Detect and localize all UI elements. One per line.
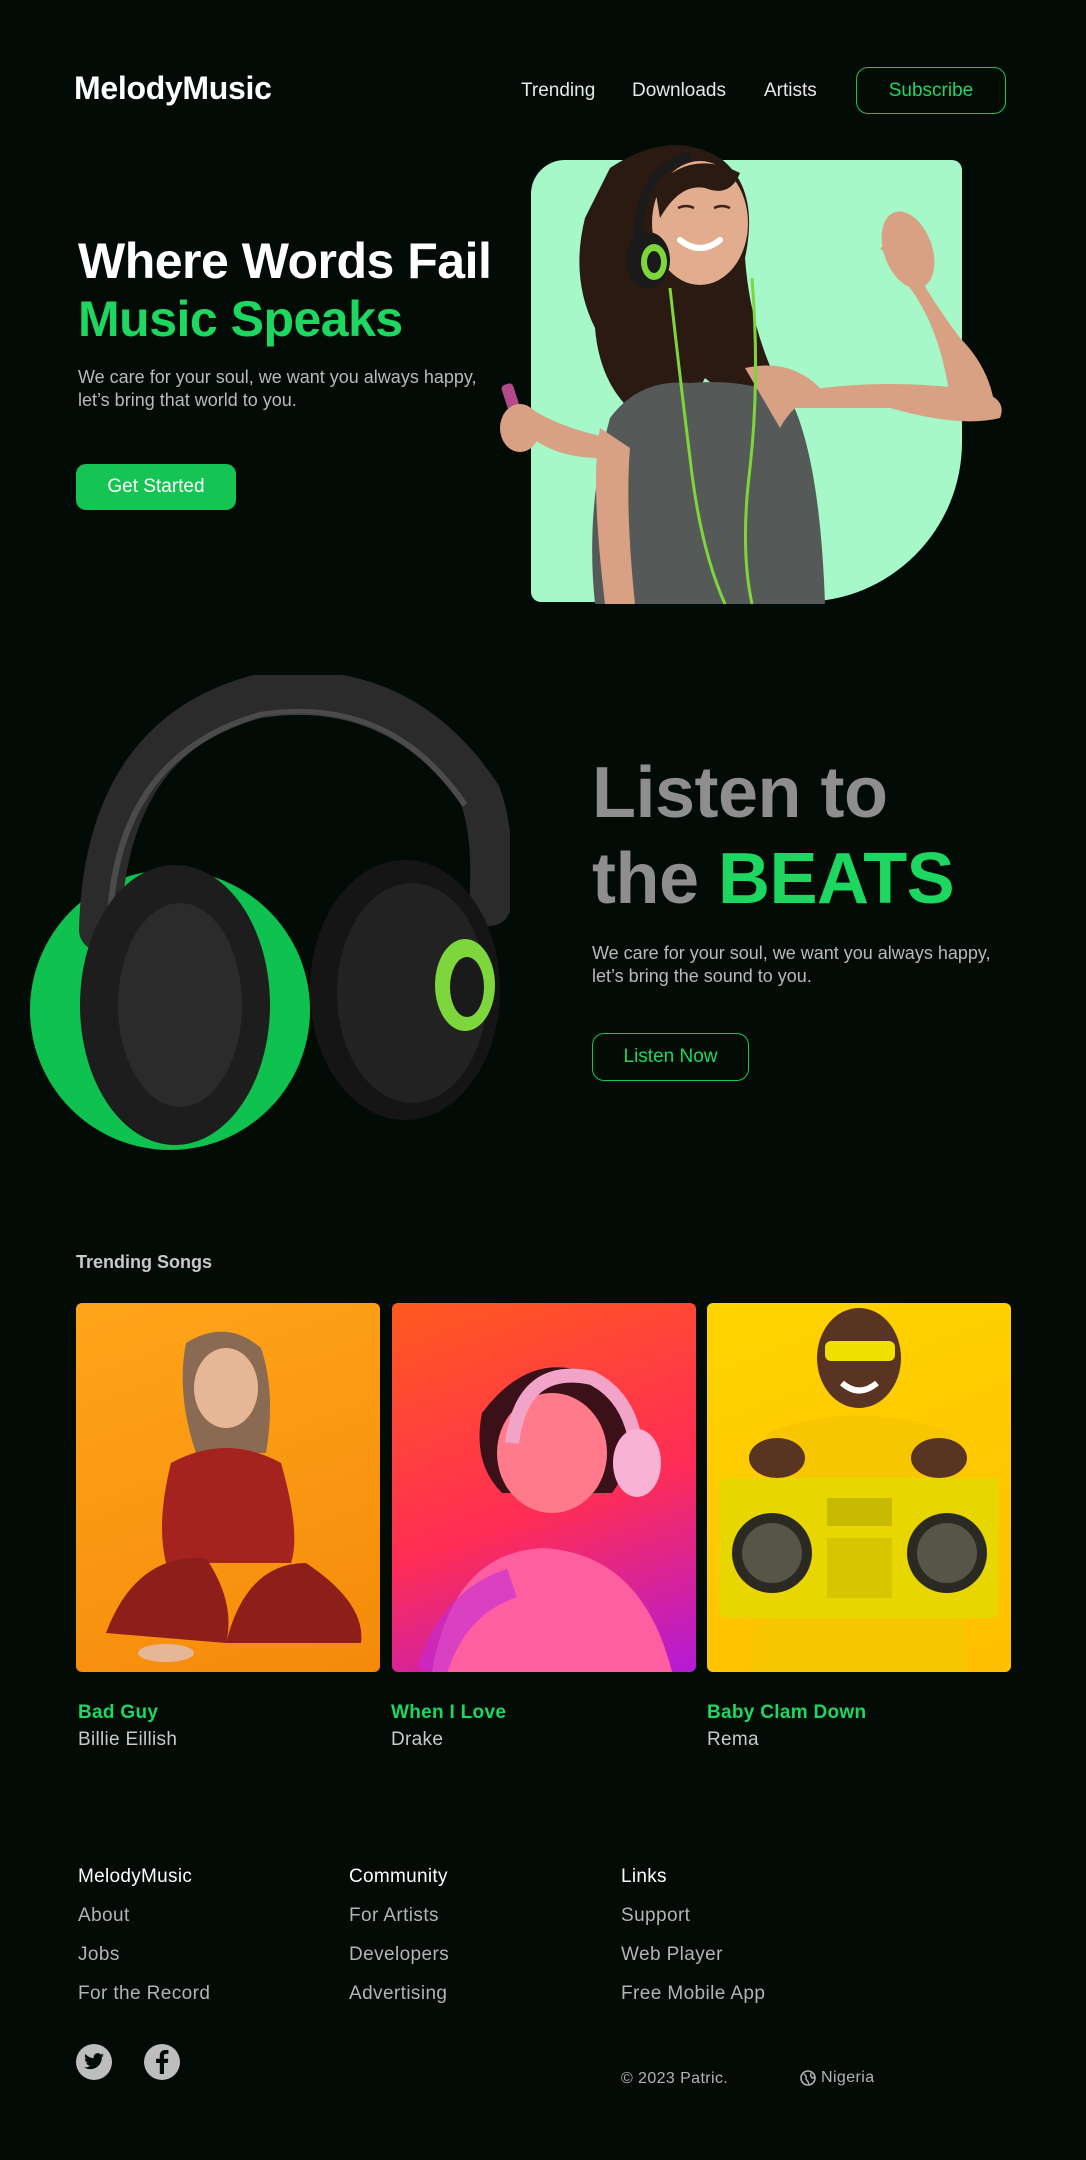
woman-with-headphones-image (500, 145, 1002, 604)
footer-link-for-artists[interactable]: For Artists (349, 1905, 439, 1927)
hero-subtitle: We care for your soul, we want you alway… (78, 367, 477, 410)
region-label: Nigeria (821, 2069, 875, 2086)
footer-heading-community: Community (349, 1866, 448, 1887)
facebook-icon[interactable] (144, 2044, 180, 2080)
nav-artists[interactable]: Artists (764, 80, 817, 102)
region-selector[interactable]: Nigeria (800, 2069, 875, 2087)
song-cover-bad-guy[interactable] (76, 1303, 380, 1672)
song-title[interactable]: Baby Clam Down (707, 1702, 866, 1724)
hero-title: Where Words Fail (78, 233, 492, 289)
footer-link-free-mobile-app[interactable]: Free Mobile App (621, 1983, 765, 2005)
nav-trending[interactable]: Trending (521, 80, 595, 102)
song-cover-baby-clam-down[interactable] (707, 1303, 1011, 1672)
subscribe-button[interactable]: Subscribe (856, 67, 1006, 114)
brand-logo[interactable]: MelodyMusic (74, 70, 272, 107)
song-artist: Billie Eillish (78, 1729, 178, 1750)
beats-title-plain: the (592, 839, 719, 919)
get-started-button[interactable]: Get Started (76, 464, 236, 510)
footer-link-support[interactable]: Support (621, 1905, 690, 1927)
footer-link-for-the-record[interactable]: For the Record (78, 1983, 210, 2005)
trending-heading: Trending Songs (76, 1252, 213, 1272)
song-title[interactable]: When I Love (391, 1702, 506, 1724)
globe-icon (800, 2070, 816, 2086)
footer-link-jobs[interactable]: Jobs (78, 1944, 120, 1966)
song-title[interactable]: Bad Guy (78, 1702, 158, 1724)
hero-title-accent: Music Speaks (78, 291, 403, 347)
copyright-text: © 2023 Patric. (621, 2070, 729, 2087)
footer-heading-melodymusic: MelodyMusic (78, 1866, 193, 1887)
song-artist: Drake (391, 1729, 444, 1750)
beats-title-line2: the BEATS (592, 838, 955, 920)
footer-link-developers[interactable]: Developers (349, 1944, 449, 1966)
footer-link-about[interactable]: About (78, 1905, 130, 1927)
listen-now-button[interactable]: Listen Now (592, 1033, 749, 1081)
footer-link-web-player[interactable]: Web Player (621, 1944, 723, 1966)
footer-heading-links: Links (621, 1866, 667, 1887)
song-artist: Rema (707, 1729, 759, 1750)
song-cover-when-i-love[interactable] (392, 1303, 696, 1672)
beats-subtitle: We care for your soul, we want you alway… (592, 943, 991, 986)
twitter-icon[interactable] (76, 2044, 112, 2080)
beats-title-accent: BEATS (718, 839, 955, 919)
beats-title: Listen to (592, 753, 888, 833)
nav-downloads[interactable]: Downloads (632, 80, 726, 102)
footer-link-advertising[interactable]: Advertising (349, 1983, 447, 2005)
headphones-image (30, 675, 510, 1150)
